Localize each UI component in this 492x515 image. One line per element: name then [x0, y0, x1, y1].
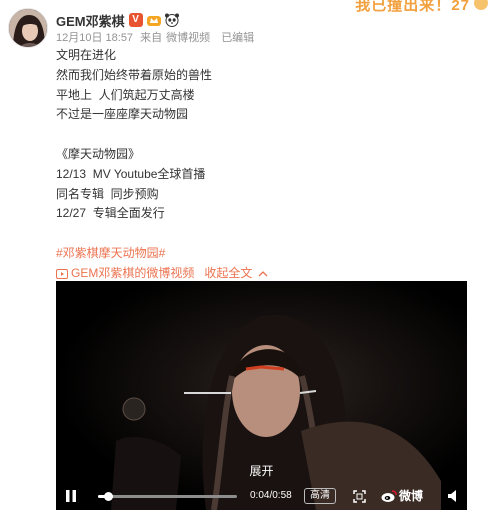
source-prefix: 来自 [140, 32, 163, 44]
weibo-logo-text: 微博 [399, 489, 424, 503]
weibo-logo: 微博 [381, 487, 423, 504]
post-line: 文明在进化 [56, 48, 117, 62]
progress-bar[interactable] [98, 492, 237, 501]
panda-icon[interactable] [164, 13, 180, 27]
avatar-image [9, 9, 47, 47]
pause-icon[interactable] [65, 490, 77, 502]
time-display: 0:04/0:58 [250, 490, 292, 501]
volume-icon[interactable] [446, 489, 460, 503]
post-body: 文明在进化 然而我们始终带着原始的兽性 平地上 人们筑起万丈高楼 不过是一座座摩… [56, 46, 472, 284]
post-meta: 12月10日 18:57 来自 微博视频 已编辑 [56, 31, 482, 45]
verified-badge-icon[interactable]: V [128, 13, 143, 27]
expand-label[interactable]: 展开 [56, 462, 467, 479]
video-player[interactable]: 展开 0:04/0:58 高清 微博 [56, 281, 467, 510]
progress-handle[interactable] [103, 492, 113, 501]
video-icon [56, 268, 68, 279]
post-line-blank [56, 125, 472, 145]
username[interactable]: GEM邓紫棋 [56, 11, 125, 30]
banner-decoration-icon [474, 0, 488, 10]
post-line: 不过是一座座摩天动物园 [56, 107, 189, 122]
hashtag-link[interactable]: #邓紫棋摩天动物园# [56, 244, 472, 264]
player-controls: 0:04/0:58 高清 微博 [56, 482, 467, 510]
post-date[interactable]: 12月10日 18:57 [56, 32, 133, 44]
edited-label[interactable]: 已编辑 [221, 32, 254, 44]
quality-button[interactable]: 高清 [304, 488, 336, 504]
chevron-up-icon[interactable] [258, 270, 268, 278]
avatar[interactable] [8, 8, 48, 48]
post-line: 同名专辑 同步预购 [56, 186, 159, 201]
post-line: 平地上 人们筑起万丈高楼 [56, 87, 195, 102]
name-row: GEM邓紫棋 V [56, 11, 482, 30]
weibo-eye-icon [381, 489, 397, 502]
crown-icon[interactable] [146, 13, 162, 27]
post-line: 12/13 MV Youtube全球首播 [56, 166, 206, 181]
post-line: 《摩天动物园》 [56, 146, 141, 161]
post-source[interactable]: 微博视频 [166, 32, 210, 44]
post-line: 然而我们始终带着原始的兽性 [56, 67, 213, 82]
post-header: GEM邓紫棋 V 12月10日 18:57 来自 微博视频 已编辑 [56, 12, 482, 45]
fullscreen-icon[interactable] [353, 490, 366, 503]
post-line: 12/27 专辑全面发行 [56, 206, 165, 221]
